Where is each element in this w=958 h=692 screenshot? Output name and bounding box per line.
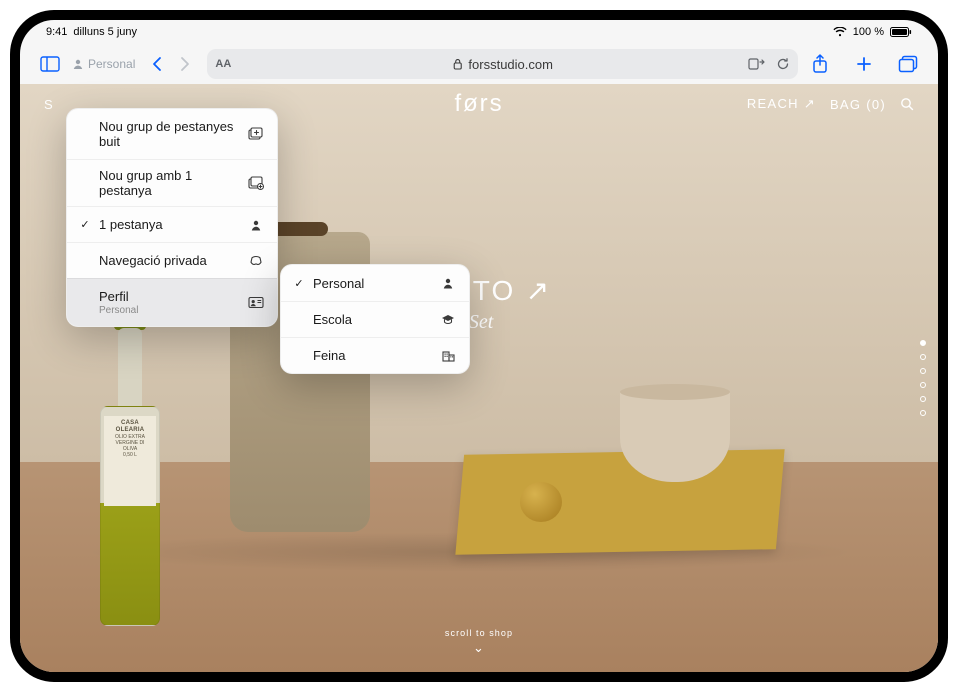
menu-new-group-with-one[interactable]: Nou grup amb 1 pestanya	[67, 159, 277, 206]
menu-private-browsing[interactable]: Navegació privada	[67, 242, 277, 278]
menu-profile[interactable]: Perfil Personal	[67, 278, 277, 326]
olive-oil-bottle: CASA OLEARIA OLIO EXTRA VERGINE DI OLIVA…	[90, 296, 170, 626]
person-icon	[247, 219, 265, 231]
profile-option-school[interactable]: Escola	[281, 301, 469, 337]
person-icon	[439, 277, 457, 289]
lock-icon	[452, 58, 462, 70]
apple	[520, 482, 562, 522]
site-bag-link[interactable]: BAG (0)	[830, 97, 886, 112]
sidebar-button[interactable]	[36, 50, 64, 78]
battery-icon	[890, 27, 912, 37]
site-reach-link[interactable]: REACH ↗	[747, 96, 816, 112]
building-icon	[439, 350, 457, 362]
safari-toolbar: Personal AA forsstudio.com	[20, 44, 938, 84]
chevron-down-icon: ⌄	[445, 640, 513, 656]
graduation-cap-icon	[439, 314, 457, 325]
tab-groups-menu: Nou grup de pestanyes buit Nou grup amb …	[66, 108, 278, 327]
menu-one-tab[interactable]: ✓ 1 pestanya	[67, 206, 277, 242]
address-bar[interactable]: AA forsstudio.com	[207, 49, 798, 79]
new-tab-group-icon	[247, 127, 265, 141]
site-logo[interactable]: førs	[454, 90, 503, 118]
tabs-button[interactable]	[894, 50, 922, 78]
site-shop-link[interactable]: S	[44, 97, 54, 112]
wifi-icon	[833, 27, 847, 37]
page-indicator[interactable]	[920, 340, 926, 416]
profile-chip[interactable]: Personal	[72, 57, 135, 71]
person-icon	[72, 58, 84, 70]
profile-chip-label: Personal	[88, 57, 135, 71]
private-icon	[247, 255, 265, 267]
new-tab-group-plus-icon	[247, 176, 265, 190]
address-text: forsstudio.com	[468, 57, 553, 72]
bottle-label: CASA OLEARIA OLIO EXTRA VERGINE DI OLIVA…	[104, 416, 156, 506]
ipad-frame: 9:41 dilluns 5 juny 100 %	[10, 10, 948, 682]
status-date: dilluns 5 juny	[73, 26, 137, 38]
share-button[interactable]	[806, 50, 834, 78]
arrow-up-right-icon: ↗	[526, 275, 552, 306]
ipad-screen: 9:41 dilluns 5 juny 100 %	[20, 20, 938, 672]
extensions-icon[interactable]	[748, 58, 766, 70]
napkin	[455, 449, 784, 555]
profile-option-work[interactable]: Feina	[281, 337, 469, 373]
profile-submenu: ✓ Personal Escola Feina	[280, 264, 470, 374]
site-search-icon[interactable]	[900, 97, 914, 111]
profile-option-personal[interactable]: ✓ Personal	[281, 265, 469, 301]
forward-button[interactable]	[171, 50, 199, 78]
reload-button[interactable]	[776, 57, 790, 71]
menu-new-empty-group[interactable]: Nou grup de pestanyes buit	[67, 109, 277, 159]
status-bar: 9:41 dilluns 5 juny 100 %	[20, 20, 938, 44]
cup	[620, 392, 730, 482]
new-tab-button[interactable]	[850, 50, 878, 78]
profile-card-icon	[247, 296, 265, 309]
back-button[interactable]	[143, 50, 171, 78]
status-battery-text: 100 %	[853, 26, 884, 38]
scroll-hint: scroll to shop ⌄	[445, 628, 513, 656]
status-time: 9:41	[46, 26, 67, 38]
text-size-button[interactable]: AA	[215, 58, 231, 70]
